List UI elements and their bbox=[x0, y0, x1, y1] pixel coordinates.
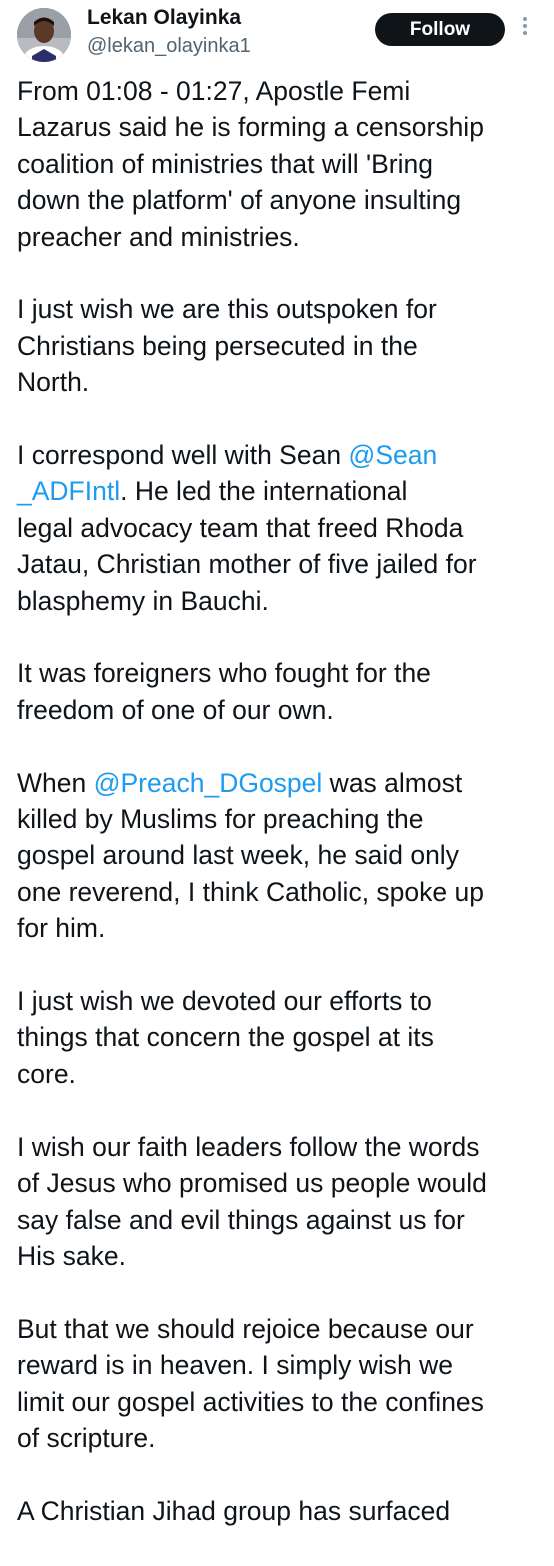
text-line: _ADFIntl. He led the international bbox=[17, 473, 547, 509]
text-segment: I correspond well with Sean bbox=[17, 440, 349, 471]
more-options-icon[interactable] bbox=[518, 14, 532, 44]
text-line: A Christian Jihad group has surfaced bbox=[17, 1495, 451, 1526]
text-line: I correspond well with Sean @Sean bbox=[17, 437, 547, 473]
tweet-header: Lekan Olayinka @lekan_olayinka1 Follow bbox=[0, 0, 554, 72]
text-line: I just wish we are this outspoken for bbox=[17, 294, 437, 325]
text-line: reward is in heaven. I simply wish we bbox=[17, 1350, 453, 1381]
tweet-text: From 01:08 - 01:27, Apostle Femi Lazarus… bbox=[17, 73, 547, 1566]
text-segment: . He led the international bbox=[120, 476, 408, 507]
text-segment: was almost bbox=[322, 767, 463, 798]
text-line: preacher and ministries. bbox=[17, 221, 300, 252]
text-line: From 01:08 - 01:27, Apostle Femi bbox=[17, 76, 411, 106]
text-line: Jatau, Christian mother of five jailed f… bbox=[17, 549, 477, 580]
text-line: Christians being persecuted in the bbox=[17, 330, 418, 361]
text-line: It was foreigners who fought for the bbox=[17, 658, 431, 689]
text-line: blasphemy in Bauchi. bbox=[17, 585, 269, 616]
text-line: of scripture. bbox=[17, 1422, 156, 1453]
tweet-paragraph: I wish our faith leaders follow the word… bbox=[17, 1129, 547, 1275]
text-line: down the platform' of anyone insulting bbox=[17, 185, 462, 216]
text-line: coalition of ministries that will 'Bring bbox=[17, 148, 433, 179]
text-line: core. bbox=[17, 1058, 76, 1089]
tweet-paragraph: It was foreigners who fought for the fre… bbox=[17, 655, 547, 728]
text-line: killed by Muslims for preaching the bbox=[17, 804, 424, 835]
follow-button[interactable]: Follow bbox=[375, 13, 505, 46]
text-line: say false and evil things against us for bbox=[17, 1204, 465, 1235]
text-line: things that concern the gospel at its bbox=[17, 1022, 434, 1053]
text-line: North. bbox=[17, 367, 90, 398]
tweet-paragraph: I just wish we are this outspoken for Ch… bbox=[17, 291, 547, 400]
text-line: for him. bbox=[17, 913, 106, 944]
profile-photo-icon[interactable] bbox=[17, 8, 71, 62]
mention-link[interactable]: @Sean bbox=[348, 440, 437, 470]
tweet-paragraph: I correspond well with Sean @Sean _ADFIn… bbox=[17, 437, 547, 619]
text-line: freedom of one of our own. bbox=[17, 694, 334, 725]
text-line: limit our gospel activities to the confi… bbox=[17, 1386, 484, 1417]
text-line: legal advocacy team that freed Rhoda bbox=[17, 512, 464, 543]
text-line: His sake. bbox=[17, 1240, 126, 1271]
display-name[interactable]: Lekan Olayinka bbox=[87, 5, 241, 31]
tweet-paragraph: I just wish we devoted our efforts to th… bbox=[17, 983, 547, 1092]
text-line: one reverend, I think Catholic, spoke up bbox=[17, 876, 484, 907]
text-line: gospel around last week, he said only bbox=[17, 840, 459, 871]
text-line: of Jesus who promised us people would bbox=[17, 1168, 487, 1199]
mention-link[interactable]: _ADFIntl bbox=[17, 476, 120, 506]
text-line: When @Preach_DGospel was almost bbox=[17, 765, 547, 801]
text-line: I wish our faith leaders follow the word… bbox=[17, 1131, 480, 1162]
text-line: I just wish we devoted our efforts to bbox=[17, 986, 432, 1017]
tweet-paragraph: A Christian Jihad group has surfaced bbox=[17, 1493, 547, 1529]
text-line: Lazarus said he is forming a censorship bbox=[17, 112, 484, 143]
mention-link[interactable]: @Preach_DGospel bbox=[94, 768, 323, 798]
text-line: But that we should rejoice because our bbox=[17, 1313, 474, 1344]
tweet-paragraph: But that we should rejoice because our r… bbox=[17, 1311, 547, 1457]
tweet-paragraph: When @Preach_DGospel was almost killed b… bbox=[17, 765, 547, 947]
text-segment: When bbox=[17, 767, 94, 798]
user-handle[interactable]: @lekan_olayinka1 bbox=[87, 33, 251, 59]
tweet-paragraph: From 01:08 - 01:27, Apostle Femi Lazarus… bbox=[17, 73, 547, 255]
